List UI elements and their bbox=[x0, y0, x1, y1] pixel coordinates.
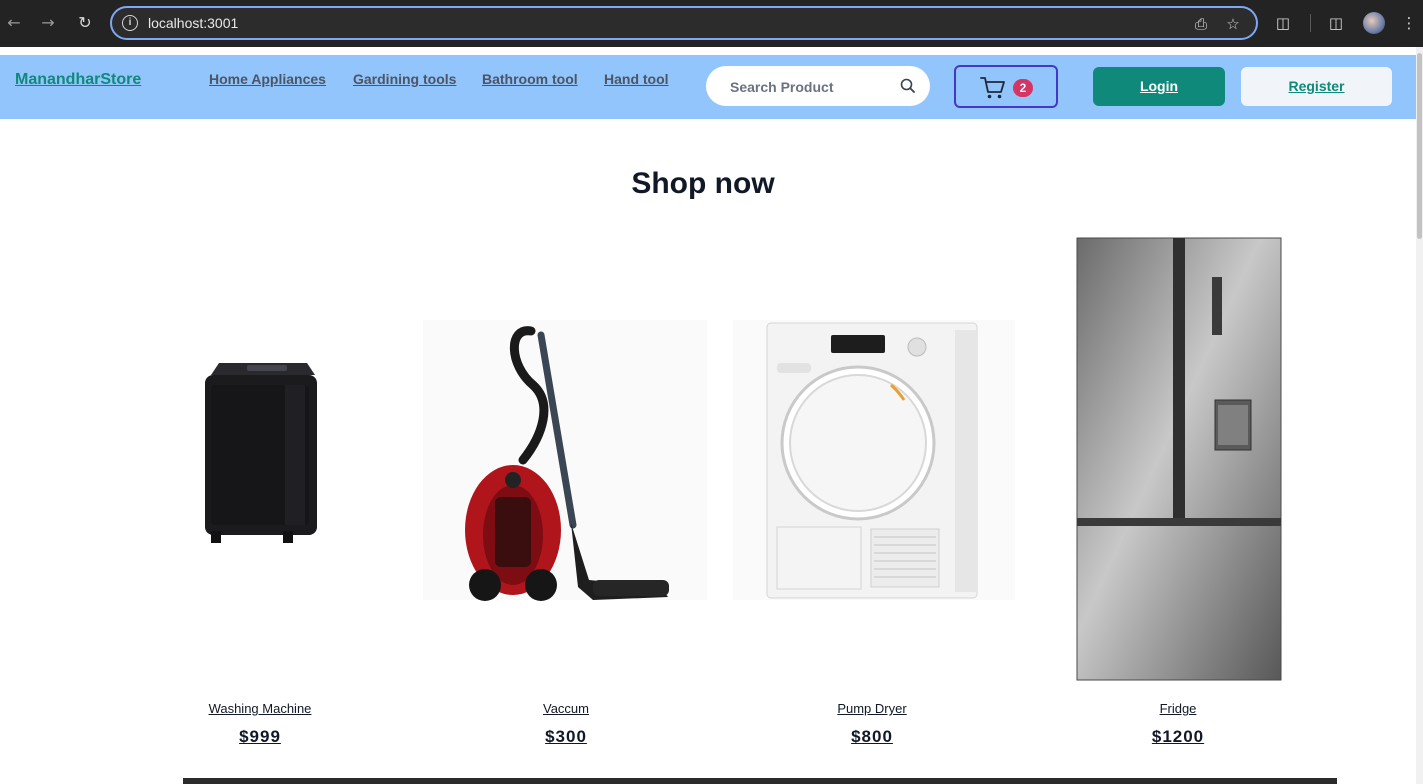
product-price: $300 bbox=[545, 727, 587, 746]
extensions-icon[interactable]: ◫ bbox=[1272, 12, 1294, 34]
dryer-image[interactable] bbox=[719, 235, 1025, 685]
profile-avatar[interactable] bbox=[1363, 12, 1385, 34]
nav-link-gardening-tools[interactable]: Gardining tools bbox=[353, 71, 456, 87]
side-panel-icon[interactable]: ◫ bbox=[1325, 12, 1347, 34]
product-name[interactable]: Vaccum bbox=[413, 701, 719, 716]
bookmark-star-icon[interactable]: ☆ bbox=[1223, 14, 1243, 34]
fridge-image[interactable] bbox=[1025, 235, 1331, 685]
cart-icon bbox=[980, 77, 1005, 99]
login-button[interactable]: Login bbox=[1093, 67, 1225, 106]
browser-toolbar: ← → ↻ i localhost:3001 ⎙ ☆ ◫ ◫ ⋮ bbox=[0, 0, 1423, 47]
url-text[interactable]: localhost:3001 bbox=[148, 15, 238, 31]
product-name[interactable]: Pump Dryer bbox=[719, 701, 1025, 716]
product-card[interactable]: Fridge $1200 bbox=[1025, 235, 1331, 755]
washing-machine-image[interactable] bbox=[107, 235, 413, 685]
page-heading: Shop now bbox=[631, 167, 775, 200]
back-arrow-icon[interactable]: ← bbox=[3, 12, 25, 34]
page-scrollbar[interactable] bbox=[1416, 47, 1423, 784]
product-card[interactable]: Pump Dryer $800 bbox=[719, 235, 1025, 755]
nav-link-home-appliances[interactable]: Home Appliances bbox=[209, 71, 326, 87]
vacuum-image[interactable] bbox=[413, 235, 719, 685]
brand-link[interactable]: ManandharStore bbox=[15, 71, 141, 89]
taskbar-edge bbox=[183, 778, 1337, 784]
product-name[interactable]: Washing Machine bbox=[107, 701, 413, 716]
address-bar[interactable]: i localhost:3001 ⎙ ☆ bbox=[110, 6, 1258, 40]
product-price: $999 bbox=[239, 727, 281, 746]
search-box[interactable]: Search Product bbox=[706, 66, 930, 106]
search-icon[interactable] bbox=[898, 76, 918, 96]
cart-button[interactable]: 2 bbox=[954, 65, 1058, 108]
site-navbar: ManandharStore Home Appliances Gardining… bbox=[0, 55, 1416, 119]
scrollbar-thumb[interactable] bbox=[1417, 53, 1422, 239]
site-info-icon[interactable]: i bbox=[122, 15, 138, 31]
search-input[interactable]: Search Product bbox=[730, 79, 833, 95]
nav-link-hand-tool[interactable]: Hand tool bbox=[604, 71, 669, 87]
reload-icon[interactable]: ↻ bbox=[74, 12, 96, 34]
product-card[interactable]: Vaccum $300 bbox=[413, 235, 719, 755]
product-name[interactable]: Fridge bbox=[1025, 701, 1331, 716]
nav-link-bathroom-tool[interactable]: Bathroom tool bbox=[482, 71, 578, 87]
product-price: $800 bbox=[851, 727, 893, 746]
product-price: $1200 bbox=[1151, 727, 1205, 746]
cart-count-badge: 2 bbox=[1013, 79, 1033, 97]
menu-kebab-icon[interactable]: ⋮ bbox=[1398, 12, 1420, 34]
toolbar-separator bbox=[1310, 14, 1311, 32]
page: ManandharStore Home Appliances Gardining… bbox=[0, 47, 1416, 784]
install-app-icon[interactable]: ⎙ bbox=[1191, 14, 1211, 34]
forward-arrow-icon[interactable]: → bbox=[37, 12, 59, 34]
product-card[interactable]: Washing Machine $999 bbox=[107, 235, 413, 755]
register-button[interactable]: Register bbox=[1241, 67, 1392, 106]
